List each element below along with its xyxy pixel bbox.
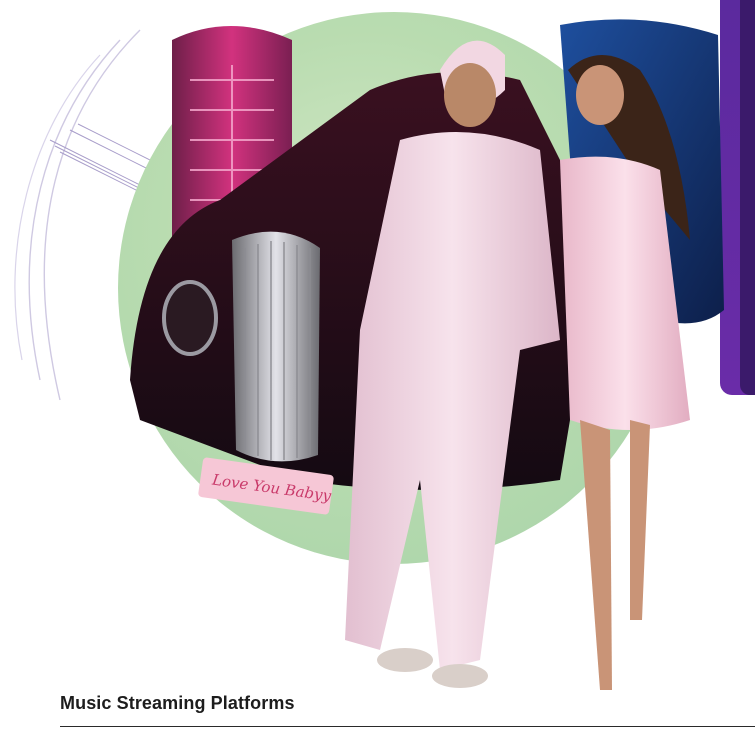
- hero-photo: Love You Babyy: [130, 19, 724, 690]
- section-divider: [60, 726, 755, 727]
- section-title: Music Streaming Platforms: [60, 693, 295, 713]
- hero-banner: Love You Babyy: [0, 0, 755, 700]
